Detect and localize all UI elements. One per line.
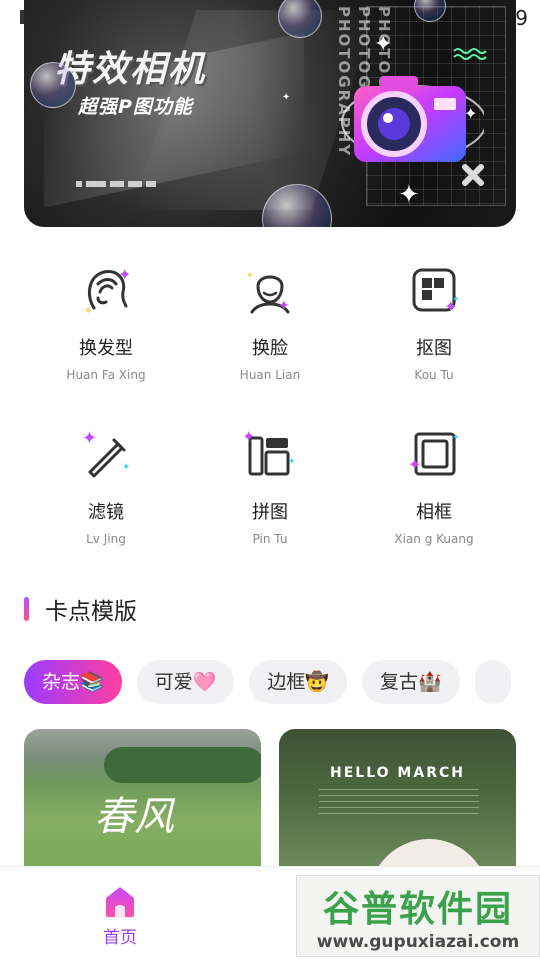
category-chips: 杂志📚 可爱🩷 边框🤠 复古🏰	[24, 660, 540, 706]
feature-pinyin: Xian g Kuang	[394, 532, 474, 546]
banner-title: 特效相机	[54, 49, 207, 90]
tree-line-decoration	[104, 747, 261, 783]
feature-label: 相框	[416, 502, 452, 523]
feature-hair[interactable]: ✦ ✦ 换发型 Huan Fa Xing	[24, 262, 188, 382]
template-card[interactable]: HELLO MARCH	[279, 729, 516, 869]
feature-cutout[interactable]: ✦ ✦ 抠图 Kou Tu	[352, 262, 516, 382]
template-cards: 春风 HELLO MARCH	[24, 729, 516, 869]
wave-icon	[453, 48, 487, 60]
feature-frame[interactable]: ✦ ✦ 相框 Xian g Kuang	[352, 426, 516, 546]
bubble-decoration	[30, 62, 76, 108]
cross-icon	[462, 164, 484, 186]
card-headline: HELLO MARCH	[330, 765, 465, 781]
feature-collage[interactable]: ✦ ✦ 拼图 Pin Tu	[188, 426, 352, 546]
hair-icon: ✦ ✦	[84, 265, 131, 317]
card-fine-text-decoration	[319, 789, 479, 819]
section-accent-bar	[24, 597, 29, 621]
site-watermark: 谷普软件园 www.gupuxiazai.com	[296, 875, 540, 957]
banner-subtitle: 超强P图功能	[78, 96, 193, 118]
feature-face[interactable]: ✦ ✦ 换脸 Huan Lian	[188, 262, 352, 382]
cutout-icon: ✦ ✦	[412, 268, 460, 316]
svg-text:✦: ✦	[82, 428, 97, 449]
tab-home-label: 首页	[103, 928, 137, 948]
feature-label: 换发型	[79, 338, 133, 359]
sparkle-icon: ✦	[282, 92, 291, 103]
home-icon	[106, 887, 134, 917]
sparkle-icon: ✦	[398, 180, 420, 210]
camera-illustration	[341, 76, 484, 162]
chip-magazine[interactable]: 杂志📚	[24, 660, 122, 704]
chip-border[interactable]: 边框🤠	[249, 660, 348, 704]
chip-more[interactable]	[474, 660, 511, 704]
frame-icon: ✦ ✦	[408, 432, 460, 476]
svg-text:✦: ✦	[122, 462, 130, 473]
card-photo-subject	[369, 839, 489, 869]
section-title: 卡点模版	[45, 599, 137, 625]
feature-label: 换脸	[252, 338, 288, 359]
tab-home[interactable]: 首页	[82, 883, 158, 948]
svg-text:✦: ✦	[408, 455, 421, 474]
filter-wand-icon: ✦ ✦	[82, 428, 130, 478]
feature-filter[interactable]: ✦ ✦ 滤镜 Lv Jing	[24, 426, 188, 546]
feature-pinyin: Lv Jing	[86, 532, 126, 546]
svg-text:✦: ✦	[246, 271, 254, 281]
feature-label: 拼图	[252, 502, 288, 523]
feature-pinyin: Pin Tu	[252, 532, 288, 546]
section-header: 卡点模版	[24, 592, 137, 626]
feature-label: 抠图	[416, 338, 452, 359]
chip-retro[interactable]: 复古🏰	[362, 660, 460, 704]
chip-cute[interactable]: 可爱🩷	[136, 660, 235, 704]
watermark-url: www.gupuxiazai.com	[316, 932, 520, 952]
svg-text:✦: ✦	[242, 427, 255, 446]
svg-text:✦: ✦	[452, 433, 460, 443]
svg-text:✦: ✦	[452, 295, 460, 305]
svg-text:✦: ✦	[288, 457, 296, 467]
svg-text:✦: ✦	[84, 306, 92, 317]
svg-text:✦: ✦	[278, 298, 290, 314]
template-card[interactable]: 春风	[24, 729, 261, 869]
collage-icon: ✦ ✦	[242, 427, 296, 476]
watermark-title: 谷普软件园	[322, 889, 513, 930]
feature-label: 滤镜	[88, 502, 124, 523]
feature-pinyin: Huan Fa Xing	[66, 368, 146, 382]
promo-banner[interactable]: PHOTOGRAPHY PHOTOGRAPHY PHOTOGRAPHY 特效相机…	[24, 0, 516, 227]
sparkle-icon: ✦	[464, 104, 478, 123]
sparkle-icon: ✦	[374, 32, 393, 57]
svg-text:✦: ✦	[118, 265, 131, 284]
feature-pinyin: Huan Lian	[239, 368, 301, 382]
banner-page-indicator	[76, 181, 156, 189]
feature-pinyin: Kou Tu	[414, 368, 454, 382]
card-script-text: 春风	[94, 794, 174, 840]
face-icon: ✦ ✦	[246, 271, 290, 314]
